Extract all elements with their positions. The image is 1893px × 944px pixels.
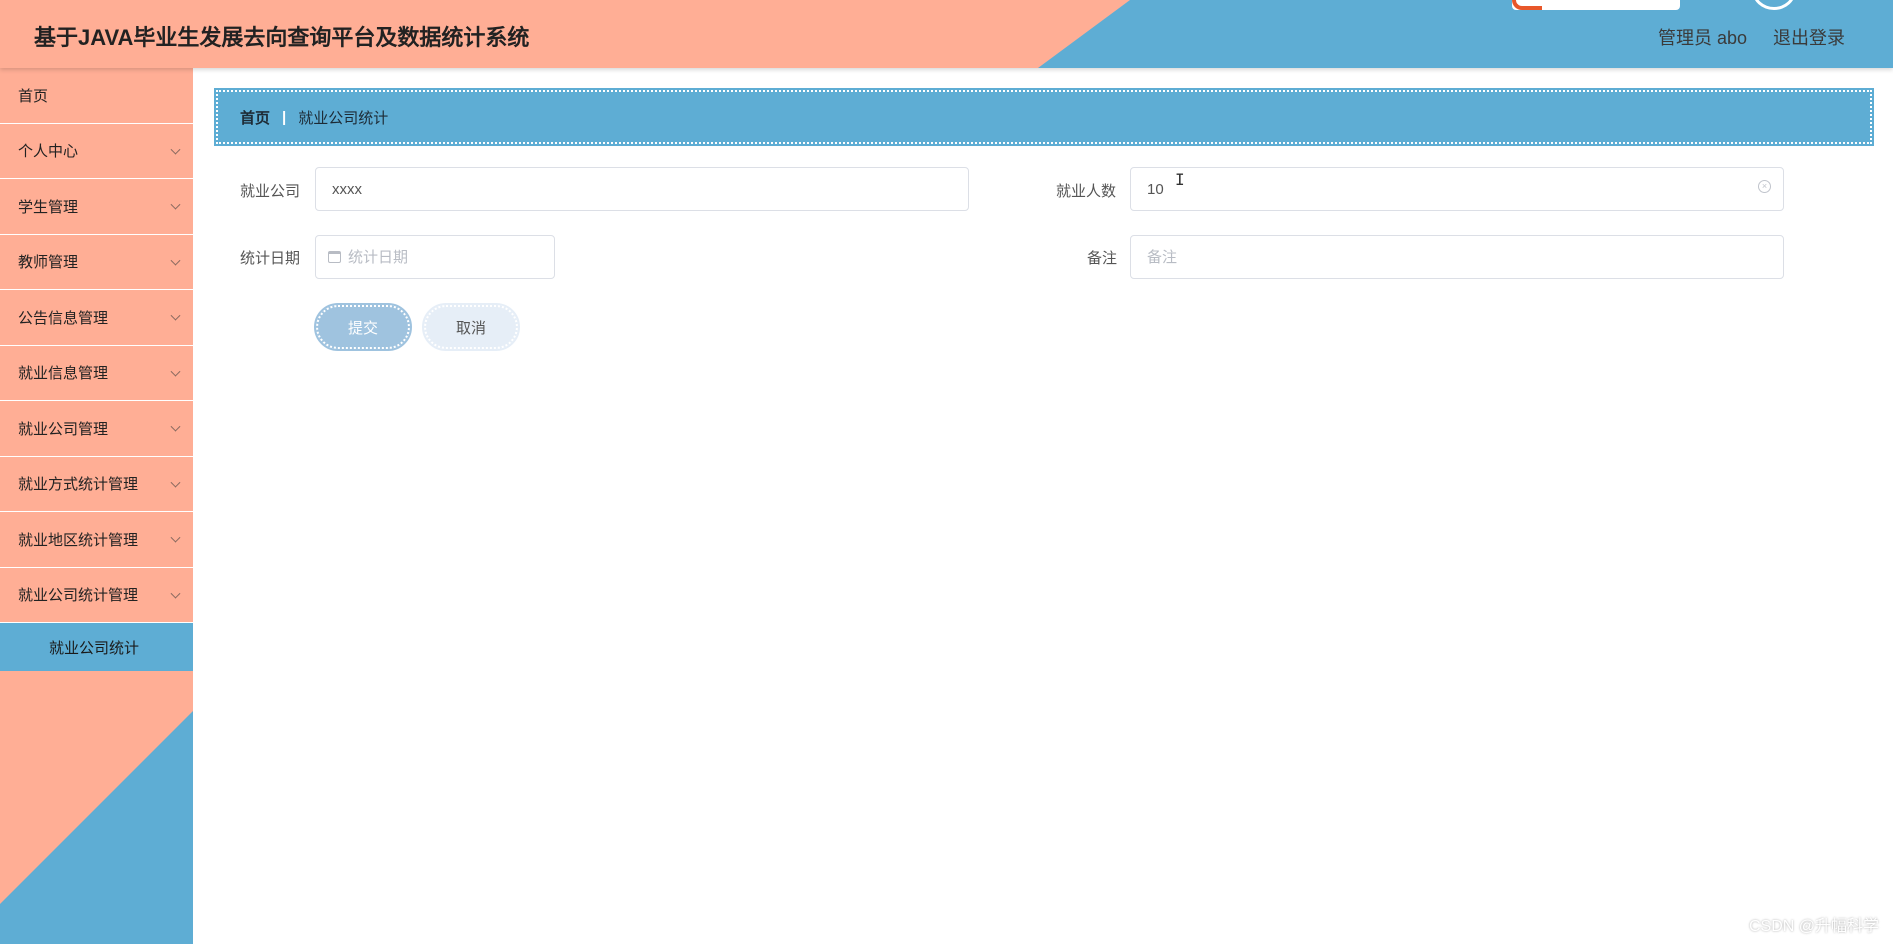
chevron-down-icon — [170, 532, 181, 543]
breadcrumb: 首页 | 就业公司统计 — [214, 88, 1874, 146]
sidebar-item-student-management[interactable]: 学生管理 — [0, 179, 193, 235]
sidebar-item-label: 首页 — [18, 87, 49, 105]
company-label: 就业公司 — [240, 183, 301, 200]
sidebar-item-label: 教师管理 — [18, 254, 79, 272]
top-header: 基于JAVA毕业生发展去向查询平台及数据统计系统 管理员 abo 退出登录 — [0, 0, 1893, 68]
watermark: CSDN @升幅科学 — [1748, 918, 1879, 935]
sidebar-item-teacher-management[interactable]: 教师管理 — [0, 235, 193, 290]
sidebar-item-region-stats[interactable]: 就业地区统计管理 — [0, 512, 193, 568]
chevron-down-icon — [170, 421, 181, 432]
sidebar-item-notice-management[interactable]: 公告信息管理 — [0, 290, 193, 346]
sidebar-item-label: 就业公司统计管理 — [18, 587, 139, 605]
sidebar-item-label: 个人中心 — [18, 143, 79, 161]
sidebar-item-label: 就业地区统计管理 — [18, 531, 139, 549]
text-cursor-icon: I — [1175, 170, 1185, 189]
sidebar-subitem-company-stats[interactable]: 就业公司统计 — [0, 623, 193, 671]
chevron-down-icon — [170, 310, 181, 321]
sidebar-item-label: 就业公司管理 — [18, 420, 109, 438]
logo-icon — [1512, 0, 1542, 10]
company-input[interactable] — [315, 167, 969, 211]
remark-input[interactable] — [1130, 235, 1784, 279]
sidebar-item-company-management[interactable]: 就业公司管理 — [0, 401, 193, 457]
chevron-down-icon — [170, 477, 181, 488]
stat-date-picker[interactable] — [315, 235, 555, 279]
sidebar-item-label: 学生管理 — [18, 198, 79, 216]
sidebar: 首页 个人中心 学生管理 教师管理 公告信息管理 就业信息管理 就业公司管理 就… — [0, 68, 193, 944]
circle-x-icon[interactable]: × — [1758, 180, 1771, 193]
chevron-down-icon — [170, 144, 181, 155]
sidebar-item-personal-center[interactable]: 个人中心 — [0, 124, 193, 179]
calendar-icon — [328, 251, 341, 263]
stat-date-input[interactable] — [348, 236, 548, 278]
remark-label: 备注 — [1087, 250, 1118, 267]
user-label: 管理员 abo — [1658, 28, 1748, 48]
sidebar-item-label: 公告信息管理 — [18, 309, 109, 327]
sidebar-menu: 首页 个人中心 学生管理 教师管理 公告信息管理 就业信息管理 就业公司管理 就… — [0, 68, 193, 671]
logout-link[interactable]: 退出登录 — [1773, 24, 1845, 50]
sidebar-item-employment-info[interactable]: 就业信息管理 — [0, 346, 193, 401]
chevron-down-icon — [170, 588, 181, 599]
breadcrumb-home[interactable]: 首页 — [240, 107, 270, 128]
chevron-down-icon — [170, 255, 181, 266]
breadcrumb-current: 就业公司统计 — [298, 109, 389, 127]
sidebar-item-home[interactable]: 首页 — [0, 68, 193, 124]
sidebar-item-label: 就业信息管理 — [18, 365, 109, 383]
sidebar-item-company-stats[interactable]: 就业公司统计管理 — [0, 568, 193, 623]
employee-count-input[interactable] — [1130, 167, 1784, 211]
sidebar-item-label: 就业方式统计管理 — [18, 476, 139, 494]
stat-date-label: 统计日期 — [240, 250, 301, 267]
app-title: 基于JAVA毕业生发展去向查询平台及数据统计系统 — [34, 25, 530, 50]
sidebar-item-method-stats[interactable]: 就业方式统计管理 — [0, 457, 193, 512]
chevron-down-icon — [170, 199, 181, 210]
employee-count-label: 就业人数 — [1056, 183, 1117, 200]
submit-button[interactable]: 提交 — [314, 303, 412, 351]
chevron-down-icon — [170, 366, 181, 377]
breadcrumb-separator: | — [282, 108, 287, 126]
cancel-button[interactable]: 取消 — [422, 303, 520, 351]
